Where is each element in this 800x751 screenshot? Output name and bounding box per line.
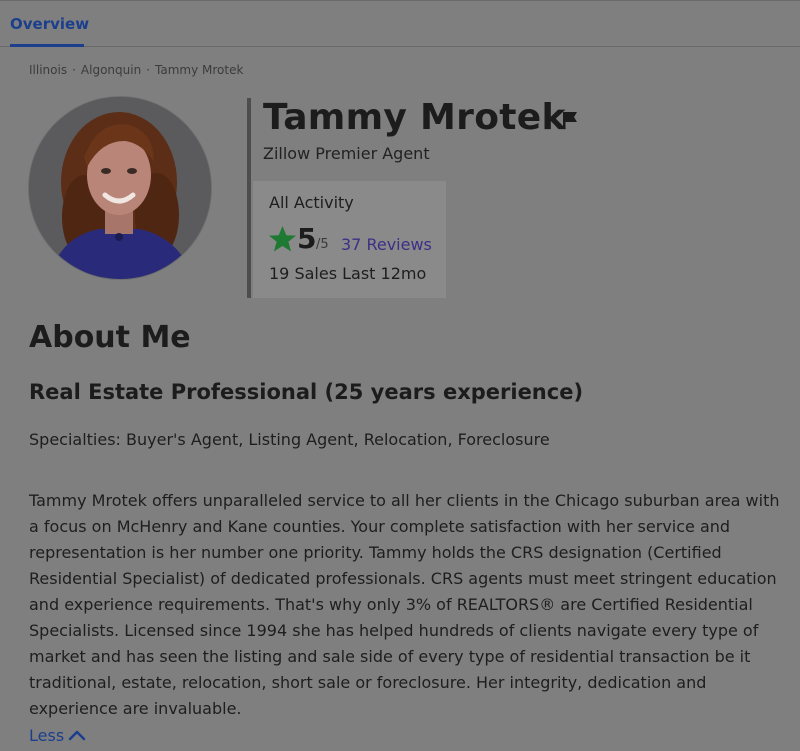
rating-max: /5 (316, 237, 329, 252)
chevron-up-icon[interactable] (68, 728, 86, 742)
sales-count: 19 Sales Last 12mo (269, 264, 427, 283)
less-button[interactable]: Less (29, 726, 64, 745)
bio-text: Tammy Mrotek offers unparalleled service… (29, 491, 780, 718)
star-icon (269, 226, 296, 252)
flag-icon[interactable] (561, 110, 579, 130)
reviews-link[interactable]: 37 Reviews (341, 235, 432, 254)
breadcrumb-separator: · (146, 63, 151, 77)
breadcrumb-item-state[interactable]: Illinois (29, 63, 67, 77)
agent-name: Tammy Mrotek (263, 97, 566, 138)
tab-overview[interactable]: Overview (10, 15, 89, 33)
agent-avatar (29, 97, 211, 279)
breadcrumb-item-city[interactable]: Algonquin (81, 63, 141, 77)
breadcrumb-separator: · (72, 63, 76, 77)
about-title: About Me (29, 320, 191, 355)
rating-value: 5 (297, 222, 317, 255)
breadcrumb: Illinois · Algonquin · Tammy Mrotek (29, 63, 243, 77)
active-tab-indicator (10, 44, 84, 47)
specialties-text: Specialties: Buyer's Agent, Listing Agen… (29, 430, 550, 449)
profile-divider (247, 98, 251, 298)
breadcrumb-item-agent: Tammy Mrotek (155, 63, 244, 77)
activity-title: All Activity (269, 193, 354, 212)
tab-bar: Overview (0, 0, 800, 47)
experience-subtitle: Real Estate Professional (25 years exper… (29, 380, 584, 404)
agent-type: Zillow Premier Agent (263, 144, 430, 163)
